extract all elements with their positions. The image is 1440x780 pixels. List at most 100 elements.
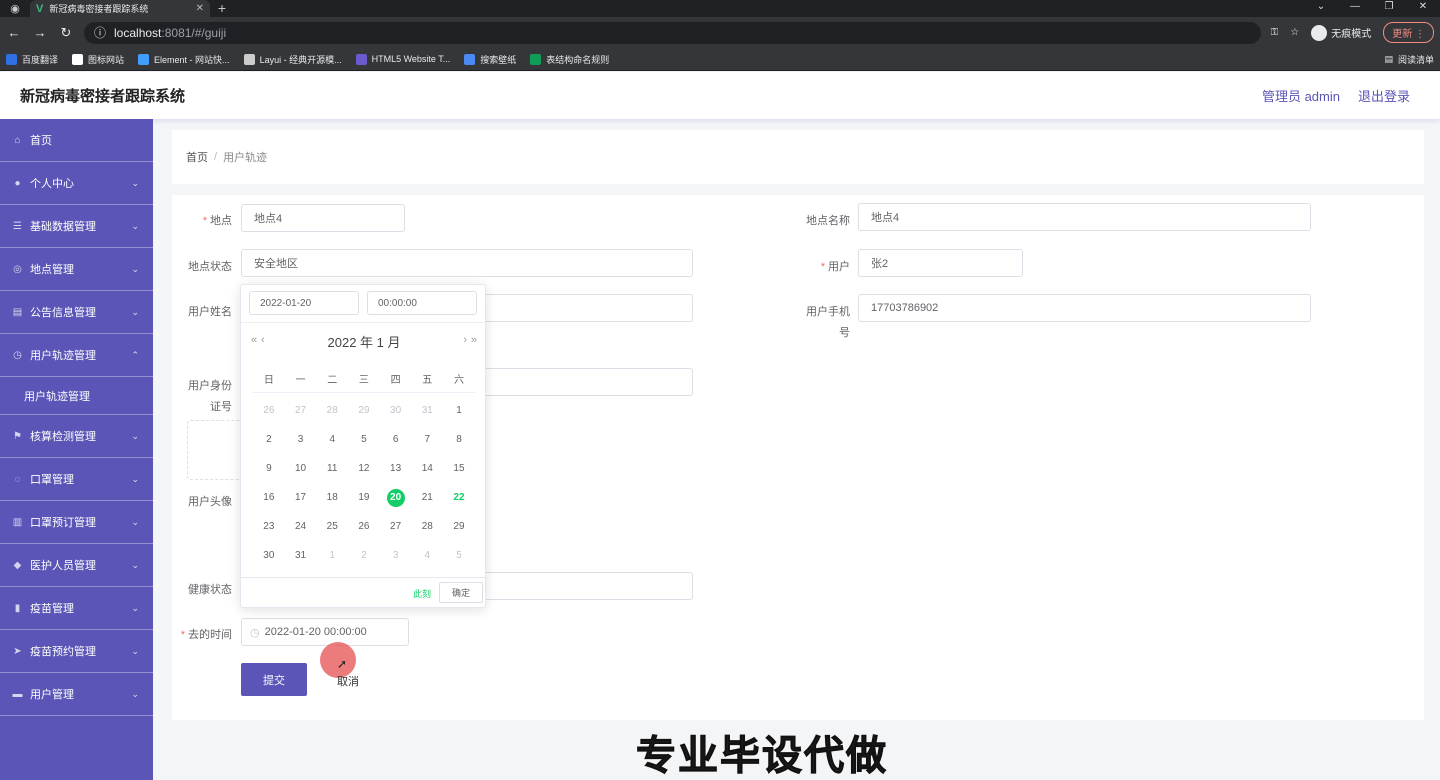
date-cell[interactable]: 26: [348, 521, 380, 532]
picker-date-input[interactable]: 2022-01-20: [249, 291, 359, 315]
sidebar-item[interactable]: ⌂ 首页: [0, 119, 153, 162]
url-input[interactable]: ⓘ localhost:8081/#/guiji: [84, 21, 1261, 44]
avatar-upload[interactable]: [187, 420, 247, 480]
date-cell[interactable]: 1: [443, 405, 475, 416]
date-cell[interactable]: 30: [253, 550, 285, 561]
date-cell[interactable]: 27: [380, 521, 412, 532]
reload-icon[interactable]: ↻: [58, 25, 74, 41]
date-cell[interactable]: 4: [316, 434, 348, 445]
bookmark-item[interactable]: 图标网站: [72, 53, 124, 66]
date-cell[interactable]: 2: [253, 434, 285, 445]
sidebar-item[interactable]: ▬ 用户管理 ⌄: [0, 673, 153, 716]
date-cell[interactable]: 18: [316, 492, 348, 503]
browser-tab[interactable]: V 新冠病毒密接者跟踪系统 ✕: [30, 0, 210, 17]
date-cell[interactable]: 28: [411, 521, 443, 532]
date-cell[interactable]: 29: [443, 521, 475, 532]
submit-button[interactable]: 提交: [241, 663, 307, 696]
tab-close-icon[interactable]: ✕: [196, 3, 204, 14]
date-cell[interactable]: 14: [411, 463, 443, 474]
bookmark-item[interactable]: 搜索壁纸: [464, 53, 516, 66]
restore-icon[interactable]: ❐: [1372, 0, 1406, 17]
sidebar-item[interactable]: ⚑ 核算检测管理 ⌄: [0, 415, 153, 458]
location-name-field[interactable]: 地点4: [858, 203, 1311, 231]
date-cell[interactable]: 26: [253, 405, 285, 416]
date-cell[interactable]: 30: [380, 405, 412, 416]
next-month-icon[interactable]: ›: [463, 334, 467, 346]
update-button[interactable]: 更新 ⋮: [1383, 22, 1434, 43]
picker-now-button[interactable]: 此刻: [413, 587, 431, 600]
sidebar-item[interactable]: ◆ 医护人员管理 ⌄: [0, 544, 153, 587]
close-window-icon[interactable]: ✕: [1406, 0, 1440, 17]
date-cell[interactable]: 9: [253, 463, 285, 474]
bookmark-item[interactable]: HTML5 Website T...: [355, 53, 450, 65]
incognito-indicator[interactable]: 无痕模式: [1311, 24, 1371, 41]
reading-list-button[interactable]: ▤ 阅读清单: [1384, 53, 1434, 66]
sidebar-item[interactable]: ◎ 地点管理 ⌄: [0, 248, 153, 291]
forward-icon[interactable]: →: [32, 25, 48, 40]
date-cell[interactable]: 1: [316, 550, 348, 561]
date-cell[interactable]: 11: [316, 463, 348, 474]
new-tab-button[interactable]: +: [210, 0, 234, 17]
bookmark-item[interactable]: 百度翻译: [6, 53, 58, 66]
picker-confirm-button[interactable]: 确定: [439, 582, 483, 603]
info-icon[interactable]: ⓘ: [94, 24, 106, 41]
date-cell[interactable]: 23: [253, 521, 285, 532]
user-phone-field[interactable]: 17703786902: [858, 294, 1311, 322]
date-cell[interactable]: 22: [443, 492, 475, 503]
date-cell[interactable]: 8: [443, 434, 475, 445]
bookmark-item[interactable]: Layui - 经典开源模...: [243, 53, 342, 66]
date-cell[interactable]: 31: [285, 550, 317, 561]
sidebar-item[interactable]: ◌ 口罩管理 ⌄: [0, 458, 153, 501]
date-cell[interactable]: 27: [285, 405, 317, 416]
sidebar-item[interactable]: ➤ 疫苗预约管理 ⌄: [0, 630, 153, 673]
minimize-icon[interactable]: —: [1338, 0, 1372, 17]
date-cell[interactable]: 5: [348, 434, 380, 445]
key-icon[interactable]: ⚿: [1271, 27, 1279, 38]
bookmark-item[interactable]: Element - 网站快...: [138, 53, 230, 66]
sidebar-item[interactable]: ▥ 口罩预订管理 ⌄: [0, 501, 153, 544]
bookmark-item[interactable]: 表结构命名规则: [530, 53, 609, 66]
date-cell[interactable]: 24: [285, 521, 317, 532]
date-cell[interactable]: 20: [380, 488, 412, 507]
breadcrumb-home[interactable]: 首页: [186, 149, 208, 165]
date-cell[interactable]: 21: [411, 492, 443, 503]
prev-year-icon[interactable]: «: [251, 334, 257, 346]
time-picker-input[interactable]: ◷ 2022-01-20 00:00:00: [241, 618, 409, 646]
date-cell[interactable]: 31: [411, 405, 443, 416]
date-cell[interactable]: 15: [443, 463, 475, 474]
date-cell[interactable]: 4: [411, 550, 443, 561]
date-cell[interactable]: 2: [348, 550, 380, 561]
date-cell[interactable]: 25: [316, 521, 348, 532]
location-status-field[interactable]: 安全地区: [241, 249, 693, 277]
sidebar-item[interactable]: ▤ 公告信息管理 ⌄: [0, 291, 153, 334]
cancel-button[interactable]: 取消: [337, 673, 359, 689]
date-cell[interactable]: 3: [380, 550, 412, 561]
sidebar-item[interactable]: ◷ 用户轨迹管理 ⌃: [0, 334, 153, 377]
prev-month-icon[interactable]: ‹: [261, 334, 265, 346]
star-icon[interactable]: ☆: [1290, 27, 1299, 38]
logout-link[interactable]: 退出登录: [1358, 86, 1410, 105]
admin-label[interactable]: 管理员 admin: [1262, 86, 1340, 105]
date-cell[interactable]: 7: [411, 434, 443, 445]
sidebar-item[interactable]: ● 个人中心 ⌄: [0, 162, 153, 205]
date-cell[interactable]: 19: [348, 492, 380, 503]
picker-time-input[interactable]: 00:00:00: [367, 291, 477, 315]
date-cell[interactable]: 6: [380, 434, 412, 445]
date-cell[interactable]: 17: [285, 492, 317, 503]
sidebar-item[interactable]: ▮ 疫苗管理 ⌄: [0, 587, 153, 630]
date-cell[interactable]: 29: [348, 405, 380, 416]
date-cell[interactable]: 13: [380, 463, 412, 474]
date-cell[interactable]: 3: [285, 434, 317, 445]
date-cell[interactable]: 16: [253, 492, 285, 503]
date-cell[interactable]: 28: [316, 405, 348, 416]
date-cell[interactable]: 10: [285, 463, 317, 474]
user-select[interactable]: 张2: [858, 249, 1023, 277]
next-year-icon[interactable]: »: [471, 334, 477, 346]
tab-search-icon[interactable]: ⌄: [1304, 0, 1338, 17]
date-cell[interactable]: 12: [348, 463, 380, 474]
date-cell[interactable]: 5: [443, 550, 475, 561]
sidebar-subitem-trajectory[interactable]: 用户轨迹管理: [0, 377, 153, 415]
back-icon[interactable]: ←: [6, 25, 22, 40]
sidebar-item[interactable]: ☰ 基础数据管理 ⌄: [0, 205, 153, 248]
location-select[interactable]: 地点4: [241, 204, 405, 232]
